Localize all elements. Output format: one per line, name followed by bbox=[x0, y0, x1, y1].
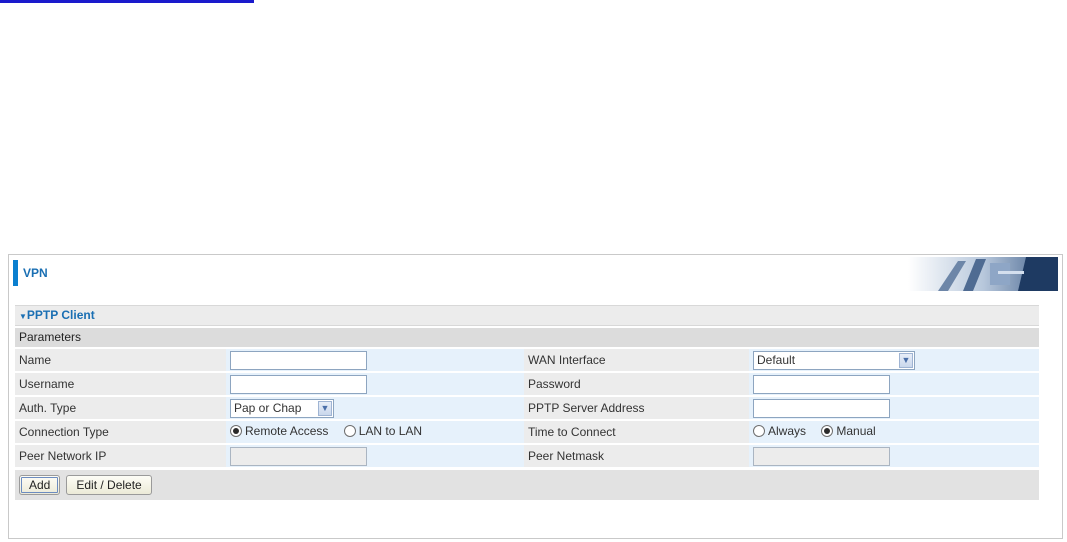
wan-interface-select[interactable]: Default ▼ bbox=[753, 350, 915, 370]
network-banner-image bbox=[908, 257, 1058, 291]
name-label: Name bbox=[15, 349, 226, 371]
always-radio[interactable]: Always bbox=[753, 424, 806, 438]
name-input[interactable] bbox=[230, 350, 367, 370]
peer-netmask-input[interactable] bbox=[753, 446, 890, 466]
pptp-server-address-input[interactable] bbox=[753, 398, 890, 418]
auth-type-value: Pap or Chap bbox=[234, 400, 302, 415]
manual-radio[interactable]: Manual bbox=[821, 424, 876, 438]
title-accent-bar bbox=[13, 260, 18, 286]
username-label: Username bbox=[15, 373, 226, 395]
password-label: Password bbox=[524, 373, 749, 395]
always-label: Always bbox=[768, 424, 807, 438]
peer-network-ip-input[interactable] bbox=[230, 446, 367, 466]
remote-access-radio[interactable]: Remote Access bbox=[230, 424, 328, 438]
pptp-client-section: ▼PPTP Client Parameters Name WAN Interfa… bbox=[15, 305, 1039, 525]
auth-type-label: Auth. Type bbox=[15, 397, 226, 419]
chevron-down-icon: ▼ bbox=[899, 352, 913, 368]
edit-delete-button[interactable]: Edit / Delete bbox=[66, 475, 152, 495]
panel-header: VPN bbox=[9, 255, 1062, 293]
remote-access-label: Remote Access bbox=[245, 424, 329, 438]
lan-to-lan-radio[interactable]: LAN to LAN bbox=[343, 424, 423, 438]
wan-interface-value: Default bbox=[757, 352, 796, 367]
table-row: Auth. Type Pap or Chap ▼ PPTP Server Add… bbox=[15, 397, 1039, 419]
peer-netmask-label: Peer Netmask bbox=[524, 445, 749, 467]
table-row: Name WAN Interface Default ▼ bbox=[15, 349, 1039, 371]
parameters-table: Name WAN Interface Default ▼ Username Pa… bbox=[15, 347, 1039, 469]
radio-selected-icon bbox=[230, 425, 242, 437]
username-input[interactable] bbox=[230, 374, 367, 394]
radio-unselected-icon bbox=[343, 425, 356, 437]
pptp-server-address-label: PPTP Server Address bbox=[524, 397, 749, 419]
top-link-underline bbox=[0, 0, 254, 3]
auth-type-select[interactable]: Pap or Chap ▼ bbox=[230, 398, 334, 418]
page-title: VPN bbox=[23, 266, 48, 280]
section-title: PPTP Client bbox=[26, 308, 95, 322]
section-header[interactable]: ▼PPTP Client bbox=[15, 305, 1039, 326]
table-row: Connection Type Remote Access LAN to LAN… bbox=[15, 421, 1039, 443]
table-row: Peer Network IP Peer Netmask bbox=[15, 445, 1039, 467]
peer-network-ip-label: Peer Network IP bbox=[15, 445, 226, 467]
triangle-down-icon: ▼ bbox=[19, 312, 27, 321]
chevron-down-icon: ▼ bbox=[318, 400, 332, 416]
connection-type-label: Connection Type bbox=[15, 421, 226, 443]
manual-label: Manual bbox=[836, 424, 876, 438]
lan-to-lan-label: LAN to LAN bbox=[358, 424, 423, 438]
table-row: Username Password bbox=[15, 373, 1039, 395]
wan-interface-label: WAN Interface bbox=[524, 349, 749, 371]
vpn-panel: VPN ▼PPTP Client Parameters Name WAN Int… bbox=[8, 254, 1063, 539]
parameters-subheader: Parameters bbox=[15, 328, 1039, 347]
button-row: Add Edit / Delete bbox=[15, 470, 1039, 500]
password-input[interactable] bbox=[753, 374, 890, 394]
radio-unselected-icon bbox=[753, 425, 765, 437]
time-to-connect-label: Time to Connect bbox=[524, 421, 749, 443]
add-button[interactable]: Add bbox=[19, 475, 61, 495]
radio-selected-icon bbox=[821, 425, 834, 437]
